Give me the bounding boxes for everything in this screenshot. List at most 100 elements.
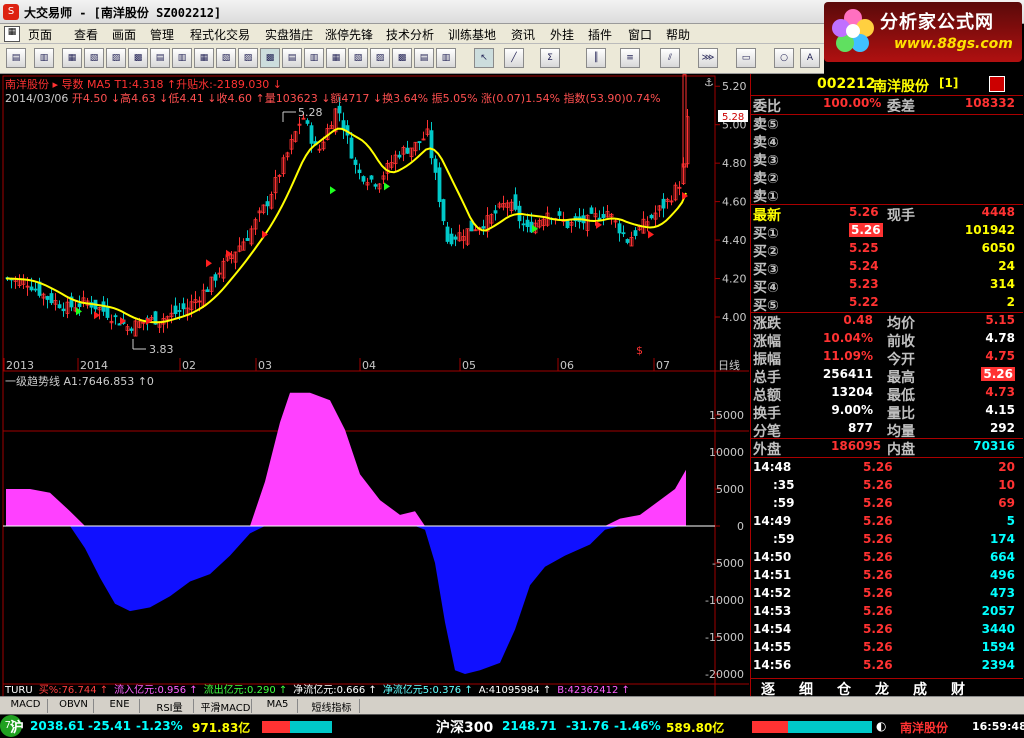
toolbar-text-icon[interactable]: A [800, 48, 820, 68]
menu-program-trade[interactable]: 程式化交易 [190, 26, 250, 43]
tick-time: 14:54 [753, 622, 792, 636]
buy-price: 5.22 [849, 295, 879, 309]
toolbar-multi-icon[interactable]: ▨ [370, 48, 390, 68]
date-axis-label: 06 [560, 359, 574, 372]
indicator-axis-label: -5000 [712, 557, 744, 570]
stat-label: 涨幅 [753, 334, 781, 350]
date-axis-label: 04 [362, 359, 376, 372]
toolbar-sigma-icon[interactable]: Σ [540, 48, 560, 68]
tick-price: 5.26 [863, 586, 893, 600]
buy-vol: 6050 [981, 241, 1015, 255]
toolbar-tick-icon[interactable]: ▦ [62, 48, 82, 68]
toolbar-rect-icon[interactable]: ▭ [736, 48, 756, 68]
sell-row[interactable]: 卖① [751, 186, 1021, 205]
candle-body [565, 220, 570, 229]
speaker-icon[interactable]: ◐ [876, 719, 886, 733]
signal-marker-icon [330, 186, 336, 195]
indicator-tab[interactable]: MACD [4, 699, 48, 713]
indicator-tab[interactable]: OBVN [54, 699, 94, 713]
toolbar-parallel-icon[interactable]: ≡ [620, 48, 640, 68]
toolbar-new-icon[interactable]: ▤ [6, 48, 26, 68]
toolbar-week-icon[interactable]: ▤ [282, 48, 302, 68]
sell-row[interactable]: 卖③ [751, 150, 1021, 169]
stat-label2: 前收 [887, 334, 915, 350]
buy-vol: 314 [989, 277, 1015, 291]
indicator-positive-area [6, 392, 686, 526]
menu-manage[interactable]: 管理 [150, 26, 174, 43]
buy-row[interactable]: 买⑤ 5.22 2 [751, 295, 1021, 314]
tick-price: 5.26 [863, 550, 893, 564]
stock-info-icon[interactable] [989, 76, 1005, 92]
menu-plugins[interactable]: 插件 [588, 26, 612, 43]
indicator-tab[interactable]: 平滑MACD [200, 699, 252, 714]
toolbar-5min-icon[interactable]: ▨ [106, 48, 126, 68]
sell-row[interactable]: 卖⑤ [751, 114, 1021, 133]
indicator-axis-label: 10000 [709, 446, 744, 459]
toolbar-day-icon[interactable]: ▩ [260, 48, 280, 68]
menu-training[interactable]: 训练基地 [448, 26, 496, 43]
toolbar-report-icon[interactable]: ▥ [436, 48, 456, 68]
buy-row[interactable]: 买② 5.25 6050 [751, 241, 1021, 260]
toolbar-1min-icon[interactable]: ▧ [84, 48, 104, 68]
tick-row: :59 5.26 174 [751, 532, 1021, 550]
toolbar-open-icon[interactable]: ▥ [34, 48, 54, 68]
tick-time: 14:48 [753, 460, 792, 474]
toolbar-30min-icon[interactable]: ▤ [150, 48, 170, 68]
app-logo-icon: S [3, 4, 19, 20]
menu-info[interactable]: 资讯 [511, 26, 535, 43]
buy-row[interactable]: 买④ 5.23 314 [751, 277, 1021, 296]
quote-tabs: 逐细仓龙成财 [751, 678, 1023, 698]
menu-screen[interactable]: 画面 [112, 26, 136, 43]
indicator-tab[interactable]: RSI量 [146, 699, 194, 714]
toolbar-month-icon[interactable]: ▥ [304, 48, 324, 68]
candle-body [337, 105, 342, 114]
buy-row[interactable]: 买③ 5.24 24 [751, 259, 1021, 278]
stat-value: 11.09% [823, 349, 873, 363]
candle-body [129, 328, 134, 331]
menu-limit-up[interactable]: 涨停先锋 [325, 26, 373, 43]
menu-hunt[interactable]: 实盘猎庄 [265, 26, 313, 43]
low-label: 3.83 [149, 343, 174, 356]
indicator-tab[interactable]: MA5 [258, 699, 298, 713]
toolbar-60min-icon[interactable]: ▥ [172, 48, 192, 68]
toolbar-year-icon[interactable]: ▧ [348, 48, 368, 68]
buy-label: 买③ [753, 262, 779, 278]
main-area: 2013 2014 02 03 04 05 06 07 5.20 5.00 4.80 4.60 4.4… [0, 74, 1024, 708]
sell-row[interactable]: 卖④ [751, 132, 1021, 151]
toolbar-channel-icon[interactable]: ⫽ [660, 48, 680, 68]
brand-url: www.88gs.com [894, 36, 1013, 52]
toolbar-grid-icon[interactable]: ▨ [238, 48, 258, 68]
price-axis-label: 4.00 [722, 311, 747, 324]
candle-body [589, 207, 594, 214]
toolbar-cal-icon[interactable]: ▤ [414, 48, 434, 68]
stat-value2: 292 [989, 421, 1015, 435]
toolbar-fenshi-icon[interactable]: ▩ [392, 48, 412, 68]
toolbar-fib-icon[interactable]: ⋙ [698, 48, 718, 68]
toolbar-quarter-icon[interactable]: ▦ [326, 48, 346, 68]
toolbar-circle-icon[interactable]: ○ [774, 48, 794, 68]
neipan-value: 70316 [973, 439, 1015, 453]
menu-window[interactable]: 窗口 [628, 26, 652, 43]
stat-row: 换手 9.00% 量比 4.15 [751, 403, 1021, 422]
candle-body [437, 167, 442, 202]
quote-panel: 002212 南洋股份 [1] 委比 100.00% 委差 108332 卖⑤ 卖… [750, 74, 1024, 708]
toolbar-pointer-icon[interactable]: ↖ [474, 48, 494, 68]
sell-row[interactable]: 卖② [751, 168, 1021, 187]
toolbar-15min-icon[interactable]: ▩ [128, 48, 148, 68]
buy-row[interactable]: 买① 5.26 101942 [751, 223, 1021, 242]
stat-label2: 最低 [887, 388, 915, 404]
xianshou-value: 4448 [981, 205, 1015, 219]
toolbar-line-icon[interactable]: ╱ [504, 48, 524, 68]
app-menu-icon[interactable]: ▦ [4, 26, 20, 42]
menu-view[interactable]: 查看 [74, 26, 98, 43]
indicator-tab[interactable]: 短线指标 [304, 699, 360, 714]
menu-page[interactable]: 页面 [28, 26, 52, 43]
candle-body [405, 147, 410, 154]
menu-help[interactable]: 帮助 [666, 26, 690, 43]
menu-plugin-ext[interactable]: 外挂 [550, 26, 574, 43]
indicator-tab[interactable]: ENE [100, 699, 140, 713]
toolbar-list-icon[interactable]: ▧ [216, 48, 236, 68]
toolbar-bars-icon[interactable]: ║ [586, 48, 606, 68]
toolbar-chart-icon[interactable]: ▦ [194, 48, 214, 68]
menu-tech-analysis[interactable]: 技术分析 [386, 26, 434, 43]
